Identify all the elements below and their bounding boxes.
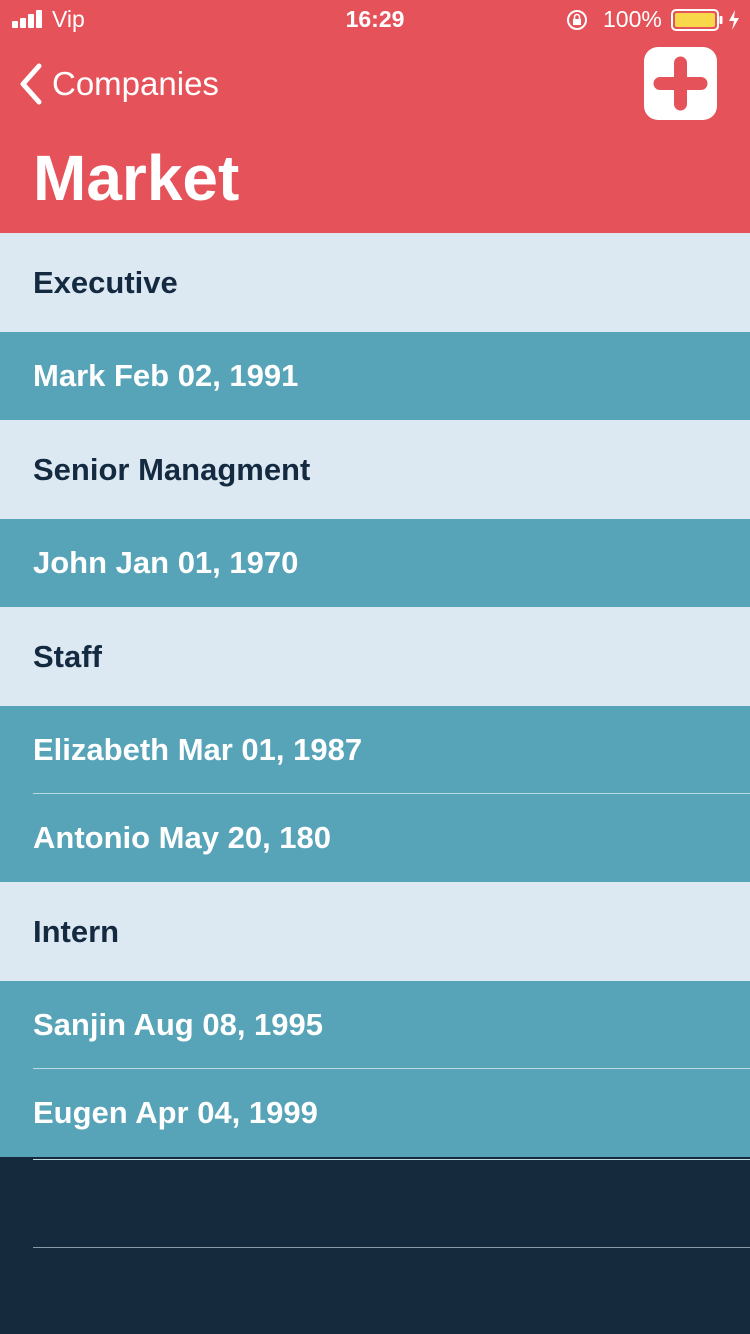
list-item[interactable]: Antonio May 20, 180 xyxy=(0,794,750,882)
list-item[interactable]: Sanjin Aug 08, 1995 xyxy=(0,981,750,1069)
rotation-lock-icon xyxy=(567,10,587,30)
list-item[interactable]: Elizabeth Mar 01, 1987 xyxy=(0,706,750,794)
section-header-staff: Staff xyxy=(0,607,750,706)
section-header-intern: Intern xyxy=(0,882,750,981)
section-header-executive: Executive xyxy=(0,233,750,332)
back-button-label: Companies xyxy=(52,65,219,102)
list-item[interactable]: John Jan 01, 1970 xyxy=(0,519,750,607)
back-button[interactable]: Companies xyxy=(16,58,219,110)
page-title: Market xyxy=(33,142,240,214)
section-header-senior-management: Senior Managment xyxy=(0,420,750,519)
empty-row-divider xyxy=(33,1247,750,1248)
list-item[interactable]: Mark Feb 02, 1991 xyxy=(0,332,750,420)
status-bar: Vip 16:29 100% xyxy=(0,0,750,40)
battery-icon xyxy=(671,9,723,31)
plus-icon xyxy=(653,56,708,111)
chevron-left-icon xyxy=(20,63,42,105)
battery-percentage: 100% xyxy=(603,6,662,32)
navigation-header: Vip 16:29 100% Companies Market xyxy=(0,0,750,233)
add-button[interactable] xyxy=(644,47,717,120)
list-item[interactable]: Eugen Apr 04, 1999 xyxy=(0,1069,750,1157)
row-divider xyxy=(33,1159,750,1160)
employee-list: Executive Mark Feb 02, 1991 Senior Manag… xyxy=(0,233,750,1157)
charging-icon xyxy=(729,10,739,30)
